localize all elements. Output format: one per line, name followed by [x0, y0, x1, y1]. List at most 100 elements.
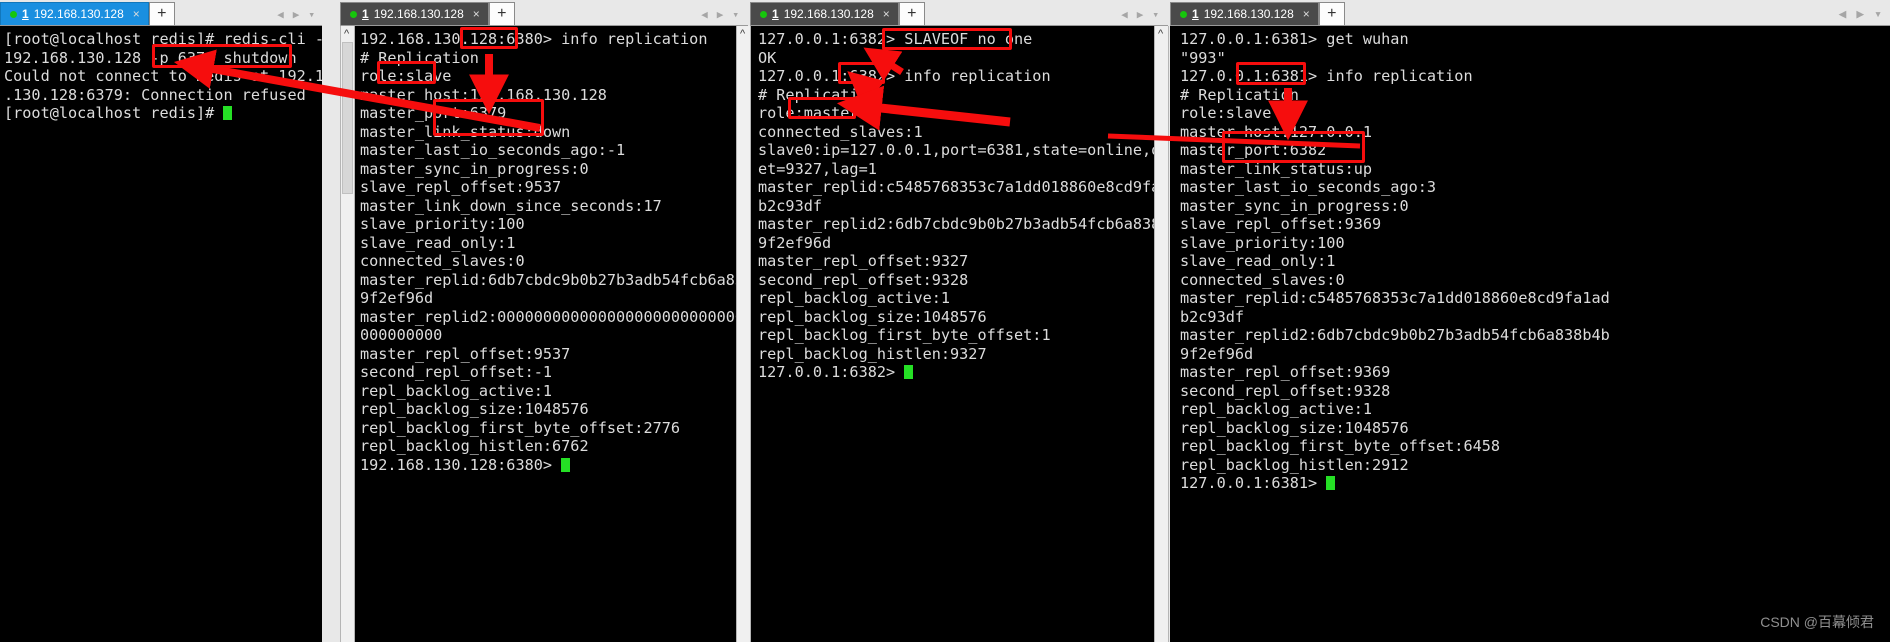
terminal-line: b2c93df	[758, 196, 823, 215]
terminal-line: # Replication	[1180, 85, 1299, 104]
nav-prev-icon[interactable]: ◀	[1839, 7, 1847, 22]
terminal-window-2: 1 192.168.130.128 × + ^ 192.168.130.128:…	[340, 0, 748, 642]
tab-title: 192.168.130.128	[783, 7, 874, 21]
terminal-line: 127.0.0.1:6382>	[758, 363, 1168, 382]
terminal-line: connected_slaves:0	[1180, 270, 1345, 289]
tab-nav-controls-2[interactable]: ◀ ▶ ▾	[660, 4, 745, 24]
terminal-cursor	[904, 365, 914, 379]
terminal-line: master_host:192.168.130.128	[360, 85, 607, 104]
terminal-line: 9f2ef96d	[758, 233, 832, 252]
terminal-line: second_repl_offset:-1	[360, 363, 553, 381]
chevron-down-icon[interactable]: ▾	[732, 8, 739, 21]
scrollbar-3[interactable]: ^	[1154, 26, 1169, 642]
terminal-line: 9f2ef96d	[1180, 344, 1254, 363]
terminal-line: repl_backlog_active:1	[360, 381, 553, 400]
terminal-line: slave_priority:100	[360, 215, 525, 233]
scroll-up-icon[interactable]: ^	[344, 28, 349, 40]
tab-title: 192.168.130.128	[1203, 7, 1294, 21]
terminal-cursor	[223, 106, 233, 120]
terminal-line: b2c93df	[1180, 307, 1245, 326]
terminal-line: master_repl_offset:9537	[360, 344, 571, 363]
close-icon[interactable]: ×	[1303, 7, 1310, 21]
nav-prev-icon[interactable]: ◀	[1121, 8, 1128, 21]
terminal-line: master_link_status:up	[1180, 159, 1373, 178]
terminal-line: repl_backlog_first_byte_offset:2776	[360, 418, 681, 437]
tab-nav-controls-4[interactable]: ◀ ▶ ▾	[1839, 7, 1890, 25]
terminal-line: 127.0.0.1:6381>	[1180, 474, 1890, 493]
terminal-line: 127.0.0.1:6382> SLAVEOF no one	[758, 30, 1033, 48]
terminal-line: 192.168.130.128:6380>	[360, 456, 748, 475]
terminal-line: 192.168.130.128:6380> info replication	[360, 30, 708, 48]
nav-prev-icon[interactable]: ◀	[277, 8, 284, 21]
terminal-line: master_repl_offset:9369	[1180, 363, 1391, 381]
close-icon[interactable]: ×	[473, 7, 480, 21]
terminal-line: role:master	[758, 104, 859, 122]
status-dot-icon	[1180, 10, 1187, 18]
terminal-line: "993"	[1180, 48, 1226, 67]
terminal-line: repl_backlog_histlen:6762	[360, 437, 589, 455]
scroll-up-icon[interactable]: ^	[740, 28, 745, 40]
terminal-line: master_replid2:6db7cbdc9b0b27b3adb54fcb6…	[758, 215, 1168, 233]
scrollbar-2b[interactable]: ^	[736, 26, 751, 642]
terminal-line: repl_backlog_active:1	[1180, 400, 1373, 418]
screenshot-root: 1 192.168.130.128 × + [root@localhost re…	[0, 0, 1890, 642]
tab-nav-controls-3[interactable]: ◀ ▶ ▾	[1080, 4, 1165, 24]
status-dot-icon	[10, 10, 17, 18]
terminal-line: slave_repl_offset:9537	[360, 178, 562, 196]
tab-index: 1	[772, 7, 779, 21]
scroll-up-icon[interactable]: ^	[1158, 28, 1163, 40]
terminal-line: master_replid:6db7cbdc9b0b27b3adb54fcb6a…	[360, 270, 748, 289]
tab-nav-controls-1[interactable]: ◀ ▶ ▾	[246, 4, 321, 24]
terminal-line: repl_backlog_active:1	[758, 289, 951, 307]
terminal-line: connected_slaves:0	[360, 252, 525, 270]
scrollbar-2[interactable]: ^	[340, 26, 355, 642]
terminal-output-1[interactable]: [root@localhost redis]# redis-cli -h 192.…	[0, 26, 322, 642]
window-gap-1	[322, 0, 340, 642]
terminal-line: slave_repl_offset:9369	[1180, 215, 1382, 233]
terminal-line: # Replication	[758, 85, 877, 104]
terminal-line: 192.168.130.128 -p 6379 shutdown	[4, 48, 297, 67]
new-tab-button[interactable]: +	[898, 2, 925, 25]
nav-next-icon[interactable]: ▶	[1856, 7, 1864, 22]
terminal-line: repl_backlog_first_byte_offset:1	[758, 326, 1051, 344]
tab-title: 192.168.130.128	[373, 7, 464, 21]
terminal-cursor	[1326, 476, 1336, 490]
nav-next-icon[interactable]: ▶	[293, 8, 300, 21]
terminal-line: 127.0.0.1:6382> info replication	[758, 67, 1051, 85]
tab-session-3[interactable]: 1 192.168.130.128 ×	[750, 2, 899, 25]
chevron-down-icon[interactable]: ▾	[308, 8, 315, 21]
tab-session-4[interactable]: 1 192.168.130.128 ×	[1170, 2, 1319, 25]
terminal-line: master_host:127.0.0.1	[1180, 122, 1373, 141]
terminal-line: role:slave	[1180, 104, 1272, 122]
terminal-output-2[interactable]: 192.168.130.128:6380> info replication # …	[356, 26, 748, 642]
terminal-line: master_last_io_seconds_ago:-1	[360, 141, 626, 159]
new-tab-button[interactable]: +	[148, 2, 175, 25]
new-tab-button[interactable]: +	[488, 2, 515, 25]
terminal-line: .130.128:6379: Connection refused	[4, 85, 306, 104]
tab-session-1[interactable]: 1 192.168.130.128 ×	[0, 2, 149, 25]
scrollbar-thumb[interactable]	[342, 42, 353, 194]
terminal-output-4[interactable]: 127.0.0.1:6381> get wuhan "993" 127.0.0.1:…	[1176, 26, 1890, 642]
nav-next-icon[interactable]: ▶	[1137, 8, 1144, 21]
close-icon[interactable]: ×	[883, 7, 890, 21]
chevron-down-icon[interactable]: ▾	[1874, 7, 1882, 22]
nav-next-icon[interactable]: ▶	[717, 8, 724, 21]
terminal-line: slave0:ip=127.0.0.1,port=6381,state=onli…	[758, 141, 1168, 159]
terminal-line: master_last_io_seconds_ago:3	[1180, 178, 1437, 196]
nav-prev-icon[interactable]: ◀	[701, 8, 708, 21]
terminal-output-3[interactable]: 127.0.0.1:6382> SLAVEOF no one OK 127.0.0.…	[754, 26, 1168, 642]
tab-session-2[interactable]: 1 192.168.130.128 ×	[340, 2, 489, 25]
terminal-line: master_sync_in_progress:0	[360, 159, 589, 178]
tab-title: 192.168.130.128	[33, 7, 124, 21]
new-tab-button[interactable]: +	[1318, 2, 1345, 25]
terminal-line: role:slave	[360, 67, 452, 85]
terminal-line: master_sync_in_progress:0	[1180, 196, 1409, 215]
close-icon[interactable]: ×	[133, 7, 140, 21]
terminal-line: 000000000	[360, 326, 443, 344]
terminal-line: repl_backlog_histlen:2912	[1180, 455, 1409, 474]
terminal-line: repl_backlog_first_byte_offset:6458	[1180, 437, 1501, 455]
tab-bar-4: 1 192.168.130.128 × + ◀ ▶ ▾	[1170, 0, 1890, 26]
terminal-line: master_link_down_since_seconds:17	[360, 196, 662, 215]
chevron-down-icon[interactable]: ▾	[1152, 8, 1159, 21]
csdn-watermark: CSDN @百幕倾君	[1760, 614, 1874, 630]
